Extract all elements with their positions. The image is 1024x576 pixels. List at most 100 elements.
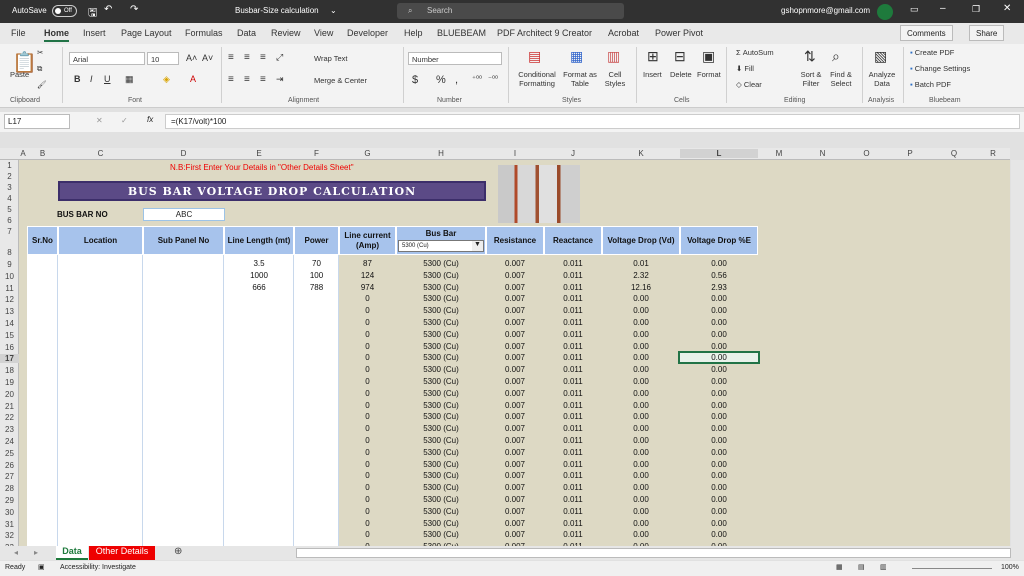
- cell-power[interactable]: 100: [294, 271, 339, 280]
- cell-voltage-drop-pct[interactable]: 0.00: [680, 259, 758, 268]
- row-header[interactable]: 20: [0, 390, 19, 399]
- align-left-icon[interactable]: ≡: [228, 74, 234, 85]
- paste-label[interactable]: Paste: [10, 70, 29, 79]
- align-top-icon[interactable]: ≡: [228, 52, 234, 63]
- analyze-data-button[interactable]: Analyze Data: [866, 70, 898, 88]
- column-header[interactable]: G: [339, 149, 396, 158]
- column-header[interactable]: F: [294, 149, 339, 158]
- sort-filter-button[interactable]: Sort & Filter: [798, 70, 824, 88]
- cell-voltage-drop[interactable]: 0.00: [602, 448, 680, 457]
- cell-reactance[interactable]: 0.011: [544, 507, 602, 516]
- delete-cells-icon[interactable]: ⊟: [674, 48, 686, 65]
- formula-input[interactable]: =(K17/volt)*100: [165, 114, 1020, 129]
- cell-line-current[interactable]: 974: [339, 283, 396, 292]
- cell-resistance[interactable]: 0.007: [486, 530, 544, 539]
- cell-reactance[interactable]: 0.011: [544, 377, 602, 386]
- busbar-no-input[interactable]: ABC: [143, 208, 225, 221]
- cell-reactance[interactable]: 0.011: [544, 412, 602, 421]
- tab-formulas[interactable]: Formulas: [185, 28, 223, 38]
- cell-voltage-drop[interactable]: 0.00: [602, 342, 680, 351]
- row-header[interactable]: 10: [0, 272, 19, 281]
- cell-voltage-drop[interactable]: 0.00: [602, 424, 680, 433]
- sheet-tab-other-details[interactable]: Other Details: [89, 546, 155, 560]
- cell-reactance[interactable]: 0.011: [544, 271, 602, 280]
- dropdown-arrow-icon[interactable]: ▼: [472, 241, 483, 251]
- format-painter-icon[interactable]: 🖌: [37, 80, 47, 89]
- cell-bus-bar[interactable]: 5300 (Cu): [396, 283, 486, 292]
- cell-resistance[interactable]: 0.007: [486, 471, 544, 480]
- cell-bus-bar[interactable]: 5300 (Cu): [396, 436, 486, 445]
- number-format-select[interactable]: Number: [408, 52, 502, 65]
- cell-resistance[interactable]: 0.007: [486, 507, 544, 516]
- column-header[interactable]: A: [19, 149, 27, 158]
- cell-line-current[interactable]: 0: [339, 471, 396, 480]
- cell-reactance[interactable]: 0.011: [544, 259, 602, 268]
- cell-bus-bar[interactable]: 5300 (Cu): [396, 259, 486, 268]
- tab-page-layout[interactable]: Page Layout: [121, 28, 172, 38]
- chevron-down-icon[interactable]: ⌄: [330, 6, 337, 15]
- row-header[interactable]: 26: [0, 461, 19, 470]
- tab-file[interactable]: File: [11, 28, 26, 38]
- cell-line-length[interactable]: 1000: [224, 271, 294, 280]
- row-header[interactable]: 24: [0, 437, 19, 446]
- cell-bus-bar[interactable]: 5300 (Cu): [396, 389, 486, 398]
- cell-voltage-drop[interactable]: 0.00: [602, 436, 680, 445]
- clear-button[interactable]: ◇ Clear: [736, 80, 762, 89]
- cell-resistance[interactable]: 0.007: [486, 342, 544, 351]
- cell-bus-bar[interactable]: 5300 (Cu): [396, 412, 486, 421]
- cell-reactance[interactable]: 0.011: [544, 530, 602, 539]
- increase-decimal-icon[interactable]: ⁺⁰⁰: [472, 74, 482, 83]
- cell-resistance[interactable]: 0.007: [486, 353, 544, 362]
- cell-bus-bar[interactable]: 5300 (Cu): [396, 460, 486, 469]
- column-header[interactable]: M: [758, 149, 800, 158]
- row-header[interactable]: 13: [0, 307, 19, 316]
- cell-voltage-drop[interactable]: 0.00: [602, 330, 680, 339]
- decrease-decimal-icon[interactable]: ⁻⁰⁰: [488, 74, 498, 83]
- file-title[interactable]: Busbar-Size calculation: [235, 6, 319, 15]
- cell-voltage-drop-pct[interactable]: 0.00: [680, 530, 758, 539]
- cell-line-current[interactable]: 0: [339, 519, 396, 528]
- cell-voltage-drop-pct[interactable]: 0.00: [680, 424, 758, 433]
- cell-reactance[interactable]: 0.011: [544, 483, 602, 492]
- cell-resistance[interactable]: 0.007: [486, 401, 544, 410]
- cell-reactance[interactable]: 0.011: [544, 401, 602, 410]
- cell-voltage-drop[interactable]: 0.00: [602, 460, 680, 469]
- align-center-icon[interactable]: ≡: [244, 74, 250, 85]
- cell-reactance[interactable]: 0.011: [544, 353, 602, 362]
- spreadsheet-grid[interactable]: ABCDEFGHIJKLMNOPQR 1 2 3 4 5 6 7 8 9 10 11 12 13 14 15…: [0, 148, 1010, 546]
- cell-line-current[interactable]: 0: [339, 483, 396, 492]
- percent-icon[interactable]: %: [436, 74, 446, 86]
- row-header[interactable]: 22: [0, 413, 19, 422]
- borders-icon[interactable]: ▦: [125, 74, 134, 85]
- busbar-dropdown[interactable]: 5300 (Cu) ▼: [398, 240, 484, 252]
- cell-resistance[interactable]: 0.007: [486, 377, 544, 386]
- column-header[interactable]: Q: [932, 149, 976, 158]
- conditional-formatting-button[interactable]: Conditional Formatting: [515, 70, 559, 88]
- cell-line-current[interactable]: 0: [339, 294, 396, 303]
- cell-voltage-drop-pct[interactable]: 0.00: [680, 448, 758, 457]
- sort-filter-icon[interactable]: ⇅: [804, 48, 816, 65]
- cell-line-current[interactable]: 0: [339, 389, 396, 398]
- column-header[interactable]: H: [396, 149, 486, 158]
- row-header[interactable]: 12: [0, 295, 19, 304]
- cell-line-current[interactable]: 0: [339, 318, 396, 327]
- cell-reactance[interactable]: 0.011: [544, 471, 602, 480]
- cell-resistance[interactable]: 0.007: [486, 460, 544, 469]
- cell-voltage-drop[interactable]: 0.00: [602, 471, 680, 480]
- row-header[interactable]: 1: [0, 161, 19, 170]
- cell-resistance[interactable]: 0.007: [486, 259, 544, 268]
- tab-help[interactable]: Help: [404, 28, 423, 38]
- cell-line-current[interactable]: 0: [339, 412, 396, 421]
- cell-voltage-drop[interactable]: 0.00: [602, 318, 680, 327]
- cell-voltage-drop[interactable]: 0.00: [602, 306, 680, 315]
- orientation-icon[interactable]: ⤢: [276, 52, 283, 63]
- cell-resistance[interactable]: 0.007: [486, 436, 544, 445]
- copy-icon[interactable]: ⧉: [37, 64, 42, 74]
- tab-view[interactable]: View: [314, 28, 333, 38]
- row-header[interactable]: 14: [0, 319, 19, 328]
- input-column[interactable]: [294, 255, 339, 546]
- format-cells-icon[interactable]: ▣: [702, 48, 715, 65]
- vertical-scrollbar[interactable]: [1011, 160, 1024, 546]
- indent-icon[interactable]: ⇥: [276, 74, 284, 85]
- cell-line-current[interactable]: 0: [339, 460, 396, 469]
